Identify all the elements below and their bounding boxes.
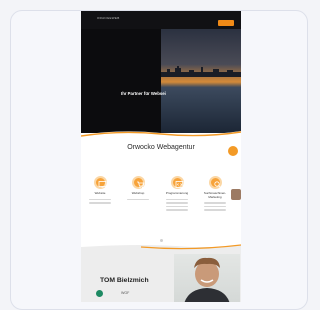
top-nav-bar: ORANGEWEB xyxy=(81,11,241,29)
team-wave-divider xyxy=(81,244,241,251)
hero-wave-divider xyxy=(81,131,241,139)
team-member-name: TOM Bielzmich xyxy=(100,277,149,284)
service-label: Website xyxy=(94,191,106,195)
service-description xyxy=(127,198,149,201)
team-member-photo xyxy=(174,254,240,302)
service-description xyxy=(166,198,188,211)
service-label: Suchmaschinen-Marketing xyxy=(203,191,227,199)
service-description xyxy=(89,198,111,204)
service-webshop[interactable]: Webshop xyxy=(123,176,153,202)
scroll-indicator-dot[interactable] xyxy=(228,146,238,156)
pager-dot[interactable] xyxy=(160,239,163,242)
service-description xyxy=(204,202,226,211)
whatsapp-icon[interactable] xyxy=(96,290,103,297)
contact-button[interactable] xyxy=(218,20,234,26)
service-seo[interactable]: Suchmaschinen-Marketing xyxy=(200,176,230,213)
team-member-role: WGF xyxy=(121,291,130,295)
cart-icon xyxy=(136,181,145,189)
chat-avatar[interactable] xyxy=(231,189,241,200)
service-label: Programmierung xyxy=(165,191,189,195)
search-icon xyxy=(213,181,221,189)
hero-headline: Ihr Partner für Websei xyxy=(121,91,166,96)
hero-section: ORANGEWEB Ihr Partner für Websei xyxy=(81,11,241,133)
code-icon xyxy=(175,181,183,188)
hero-city-photo xyxy=(161,29,241,133)
service-website[interactable]: Website xyxy=(85,176,115,206)
site-logo: ORANGEWEB xyxy=(97,16,120,20)
monitor-icon xyxy=(98,181,106,188)
service-label: Webshop xyxy=(131,191,145,195)
service-programmierung[interactable]: Programmierung xyxy=(162,176,192,213)
website-screenshot: ORANGEWEB Ihr Partner für Websei Orwocko… xyxy=(81,11,241,302)
services-heading: Orwocko Webagentur xyxy=(127,144,195,151)
